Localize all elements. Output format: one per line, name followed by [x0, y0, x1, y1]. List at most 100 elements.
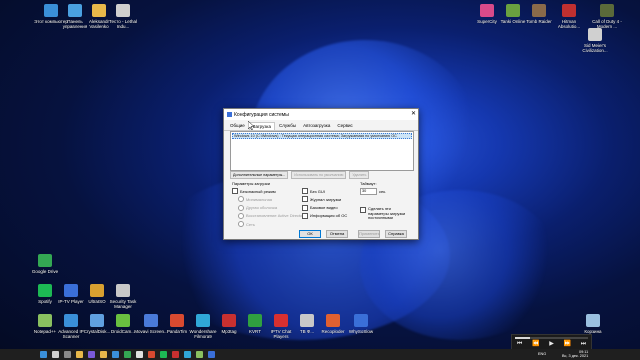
spotify-icon	[38, 284, 52, 297]
rewind-icon[interactable]: ⏪	[532, 340, 539, 348]
search-icon[interactable]	[52, 351, 59, 358]
dialog-titlebar[interactable]: Конфигурация системы ✕	[224, 109, 418, 120]
skip-back-icon[interactable]: ⏮	[517, 340, 522, 348]
app-icon	[227, 112, 232, 117]
tv-icon	[300, 314, 314, 327]
start-icon[interactable]	[40, 351, 47, 358]
timeout-unit: сек.	[379, 189, 387, 194]
task-view-icon[interactable]	[64, 351, 71, 358]
browser-icon[interactable]	[124, 351, 131, 358]
file-explorer-icon[interactable]	[76, 351, 83, 358]
make-permanent-checkbox[interactable]: Сделать эти параметры загрузки постоянны…	[360, 206, 410, 221]
tv-icon	[64, 284, 78, 297]
computer-icon	[44, 4, 58, 17]
tab-services[interactable]: Службы	[276, 122, 299, 130]
app-icon[interactable]	[136, 351, 143, 358]
apply-button[interactable]: Применить	[358, 230, 380, 238]
store-icon[interactable]	[112, 351, 119, 358]
boot-flags-group: Без GUI Журнал загрузки Базовое видео Ин…	[302, 188, 347, 221]
desktop-icon-recycle-bin[interactable]: Корзина	[576, 314, 610, 334]
shield-icon	[116, 284, 130, 297]
disk-icon	[90, 314, 104, 327]
seek-progress	[515, 337, 530, 339]
fast-forward-icon[interactable]: ⏩	[564, 340, 571, 348]
desktop-icon-call-of-duty[interactable]: Call of Duty 4 - Modern ...	[590, 4, 624, 29]
seek-bar[interactable]	[515, 337, 588, 339]
os-actions: Дополнительные параметры... Использовать…	[230, 171, 412, 179]
tab-tools[interactable]: Сервис	[334, 122, 355, 130]
boot-options-group: Параметры загрузки Безопасный режим Мини…	[232, 181, 306, 229]
delete-button[interactable]: Удалить	[349, 171, 370, 179]
minimal-radio[interactable]: Минимальная	[232, 196, 306, 203]
base-video-checkbox[interactable]: Базовое видео	[302, 204, 347, 211]
timeout-group: Таймаут: 30 сек. Сделать эти параметры з…	[360, 181, 410, 223]
control-panel-icon	[68, 4, 82, 17]
alternate-shell-radio[interactable]: Другая оболочка	[232, 204, 306, 211]
media-icon[interactable]	[148, 351, 155, 358]
disc-icon	[90, 284, 104, 297]
dialog-footer: ОК Отмена Применить Справка	[294, 230, 407, 238]
boot-options-heading: Параметры загрузки	[232, 181, 270, 186]
folder-icon[interactable]	[100, 351, 107, 358]
tab-general[interactable]: Общие	[227, 122, 248, 130]
advanced-options-button[interactable]: Дополнительные параметры...	[230, 171, 289, 179]
boot-log-checkbox[interactable]: Журнал загрузки	[302, 196, 347, 203]
chat-icon	[274, 314, 288, 327]
dialog-title: Конфигурация системы	[234, 111, 289, 118]
desktop-icon-security-task-manager[interactable]: Security Task Manager	[106, 284, 140, 309]
speed-icon	[354, 314, 368, 327]
app-icon	[326, 314, 340, 327]
msconfig-icon[interactable]	[208, 351, 215, 358]
taskbar: ENG 09:11 Вс, 3 дек. 2021	[0, 349, 640, 360]
app-icon[interactable]	[196, 351, 203, 358]
tab-startup[interactable]: Автозагрузка	[300, 122, 333, 130]
game-icon	[588, 28, 602, 41]
os-list-item[interactable]: Windows 10 (C:\Windows) : Текущая операц…	[232, 133, 412, 139]
safe-mode-checkbox[interactable]: Безопасный режим	[232, 188, 306, 194]
timeout-input[interactable]: 30	[360, 188, 377, 195]
notepad-icon	[38, 314, 52, 327]
chat-icon[interactable]	[88, 351, 95, 358]
cancel-button[interactable]: Отмена	[326, 230, 348, 238]
game-icon	[532, 4, 546, 17]
language-indicator[interactable]: ENG	[538, 352, 546, 356]
app-icon[interactable]	[172, 351, 179, 358]
media-player: ⏮ ⏪ ▶ ⏩ ⏭	[511, 334, 592, 350]
game-icon	[600, 4, 614, 17]
game-icon	[562, 4, 576, 17]
ok-button[interactable]: ОК	[299, 230, 321, 238]
recycle-bin-icon	[586, 314, 600, 327]
network-radio[interactable]: Сеть	[232, 221, 306, 228]
app-icon[interactable]	[184, 351, 191, 358]
set-default-button[interactable]: Использовать по умолчанию	[291, 171, 347, 179]
desktop-icon-hitman[interactable]: Hitman Absolutio...	[552, 4, 586, 29]
desktop-icon-tomb-raider[interactable]: Tomb Raider	[522, 4, 556, 24]
desktop-icon-whysoslow[interactable]: WhySoSlow	[344, 314, 378, 334]
network-icon	[64, 314, 78, 327]
close-button[interactable]: ✕	[411, 110, 416, 118]
active-directory-radio[interactable]: Восстановление Active Directory	[232, 212, 306, 219]
play-icon[interactable]: ▶	[549, 340, 554, 348]
desktop-icon-google-drive[interactable]: Google Drive	[28, 254, 62, 274]
spotify-icon[interactable]	[160, 351, 167, 358]
game-icon	[480, 4, 494, 17]
music-tag-icon	[222, 314, 236, 327]
timeout-label: Таймаут:	[360, 181, 377, 186]
os-info-checkbox[interactable]: Информация об ОС	[302, 212, 347, 219]
player-controls: ⏮ ⏪ ▶ ⏩ ⏭	[512, 340, 591, 348]
camera-icon	[116, 314, 130, 327]
desktop-icon-civilization[interactable]: Sid Meier's Civilization...	[578, 28, 612, 53]
document-icon	[116, 4, 130, 17]
folder-icon	[92, 4, 106, 17]
mouse-cursor-icon	[248, 121, 254, 130]
screen-record-icon	[144, 314, 158, 327]
os-list[interactable]: Windows 10 (C:\Windows) : Текущая операц…	[230, 131, 414, 171]
no-gui-checkbox[interactable]: Без GUI	[302, 188, 347, 194]
game-icon	[506, 4, 520, 17]
clock-date: Вс, 3 дек. 2021	[562, 354, 589, 358]
google-drive-icon	[38, 254, 52, 267]
clock[interactable]: 09:11 Вс, 3 дек. 2021	[562, 350, 588, 358]
skip-forward-icon[interactable]: ⏭	[581, 340, 586, 348]
help-button[interactable]: Справка	[385, 230, 407, 238]
desktop-icon-text-file[interactable]: Тесто - Lethal Indu...	[106, 4, 140, 29]
